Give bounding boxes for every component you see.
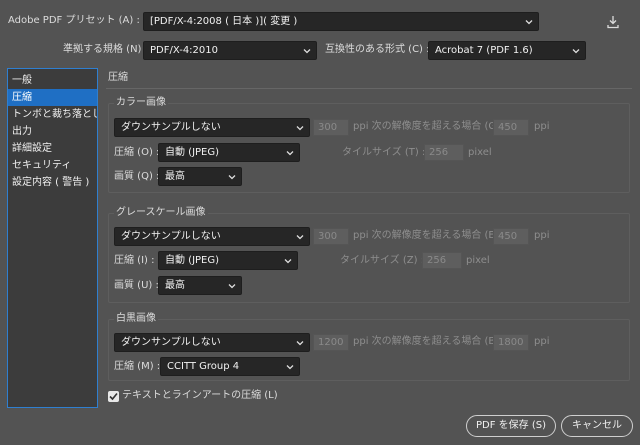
standard-select[interactable]: PDF/X-4:2010	[143, 41, 317, 60]
mono-compression-select[interactable]: CCITT Group 4	[160, 357, 300, 376]
cancel-button[interactable]: キャンセル	[561, 415, 633, 437]
color-quality-select[interactable]: 最高	[158, 167, 242, 186]
save-pdf-button[interactable]: PDF を保存 (S)	[466, 415, 556, 437]
preset-select[interactable]: [PDF/X-4:2008 ( 日本 )]( 変更 )	[143, 12, 539, 31]
compat-value: Acrobat 7 (PDF 1.6)	[435, 45, 533, 56]
compat-label: 互換性のある形式 (C) :	[325, 44, 430, 55]
gray-tile-input[interactable]: 256	[422, 252, 462, 269]
mono-threshold-input[interactable]: 1800	[493, 334, 529, 351]
gray-tile-label: タイルサイズ (Z) :	[340, 255, 425, 266]
mono-title: 白黒画像	[114, 312, 158, 326]
color-tile-label: タイルサイズ (T) :	[342, 147, 426, 158]
color-ppi-input[interactable]: 300	[313, 119, 349, 136]
color-threshold-input[interactable]: 450	[493, 119, 529, 136]
section-divider	[106, 88, 632, 89]
chevron-down-icon	[296, 341, 304, 346]
gray-ppi-unit: ppi	[534, 230, 550, 241]
sidebar-item-advanced[interactable]: 詳細設定	[8, 140, 97, 157]
color-tile-unit: pixel	[468, 147, 492, 158]
chevron-down-icon	[228, 175, 236, 180]
compress-text-checkbox[interactable]	[108, 391, 119, 402]
standard-label: 準拠する規格 (N) :	[63, 44, 149, 55]
sidebar-item-marks-bleeds[interactable]: トンボと裁ち落とし	[8, 106, 97, 123]
compress-text-label: テキストとラインアートの圧縮 (L)	[122, 390, 278, 401]
preset-value: [PDF/X-4:2008 ( 日本 )]( 変更 )	[150, 16, 298, 27]
chevron-down-icon	[296, 235, 304, 240]
section-title: 圧縮	[108, 72, 128, 83]
sidebar-item-general[interactable]: 一般	[8, 72, 97, 89]
color-ppi-unit: ppi	[534, 121, 550, 132]
checkmark-icon	[109, 392, 118, 401]
gray-compression-label: 圧縮 (I) :	[114, 255, 155, 266]
gray-ppi-input[interactable]: 300	[313, 228, 349, 245]
sidebar-item-summary[interactable]: 設定内容 ( 警告 )	[8, 174, 97, 191]
chevron-down-icon	[286, 151, 294, 156]
gray-downsample-value: ダウンサンプルしない	[121, 231, 221, 242]
color-tile-input[interactable]: 256	[424, 144, 464, 161]
mono-ppi-unit: ppi	[534, 336, 550, 347]
chevron-down-icon	[296, 126, 304, 131]
color-downsample-value: ダウンサンプルしない	[121, 122, 221, 133]
chevron-down-icon	[284, 259, 292, 264]
mono-compression-value: CCITT Group 4	[167, 361, 240, 372]
compat-select[interactable]: Acrobat 7 (PDF 1.6)	[428, 41, 586, 60]
preset-label: Adobe PDF プリセット (A) :	[8, 15, 140, 26]
color-compression-label: 圧縮 (O) :	[114, 147, 160, 158]
gray-quality-label: 画質 (U) :	[114, 280, 159, 291]
gray-quality-value: 最高	[165, 280, 185, 291]
gray-quality-select[interactable]: 最高	[158, 276, 242, 295]
color-quality-label: 画質 (Q) :	[114, 171, 160, 182]
chevron-down-icon	[572, 49, 580, 54]
chevron-down-icon	[286, 365, 294, 370]
chevron-down-icon	[228, 284, 236, 289]
sidebar-item-security[interactable]: セキュリティ	[8, 157, 97, 174]
mono-compression-label: 圧縮 (M) :	[114, 361, 161, 372]
sidebar: 一般 圧縮 トンボと裁ち落とし 出力 詳細設定 セキュリティ 設定内容 ( 警告…	[7, 68, 98, 408]
gray-downsample-select[interactable]: ダウンサンプルしない	[114, 227, 310, 246]
color-quality-value: 最高	[165, 171, 185, 182]
color-compression-select[interactable]: 自動 (JPEG)	[158, 143, 300, 162]
mono-ppi-input[interactable]: 1200	[313, 334, 349, 351]
save-preset-icon[interactable]	[606, 15, 620, 29]
gray-title: グレースケール画像	[114, 206, 208, 220]
gray-tile-unit: pixel	[466, 255, 490, 266]
sidebar-item-compression[interactable]: 圧縮	[8, 89, 97, 106]
color-compression-value: 自動 (JPEG)	[165, 147, 220, 158]
chevron-down-icon	[525, 20, 533, 25]
color-ppi-text: ppi 次の解像度を超える場合 (G)	[353, 121, 501, 132]
color-title: カラー画像	[114, 96, 168, 110]
mono-downsample-select[interactable]: ダウンサンプルしない	[114, 333, 310, 352]
gray-compression-select[interactable]: 自動 (JPEG)	[158, 251, 298, 270]
gray-ppi-text: ppi 次の解像度を超える場合 (E)	[353, 230, 499, 241]
gray-compression-value: 自動 (JPEG)	[165, 255, 220, 266]
chevron-down-icon	[303, 49, 311, 54]
sidebar-item-output[interactable]: 出力	[8, 123, 97, 140]
color-downsample-select[interactable]: ダウンサンプルしない	[114, 118, 310, 137]
mono-ppi-text: ppi 次の解像度を超える場合 (B)	[353, 336, 500, 347]
mono-downsample-value: ダウンサンプルしない	[121, 337, 221, 348]
gray-threshold-input[interactable]: 450	[493, 228, 529, 245]
standard-value: PDF/X-4:2010	[150, 45, 218, 56]
